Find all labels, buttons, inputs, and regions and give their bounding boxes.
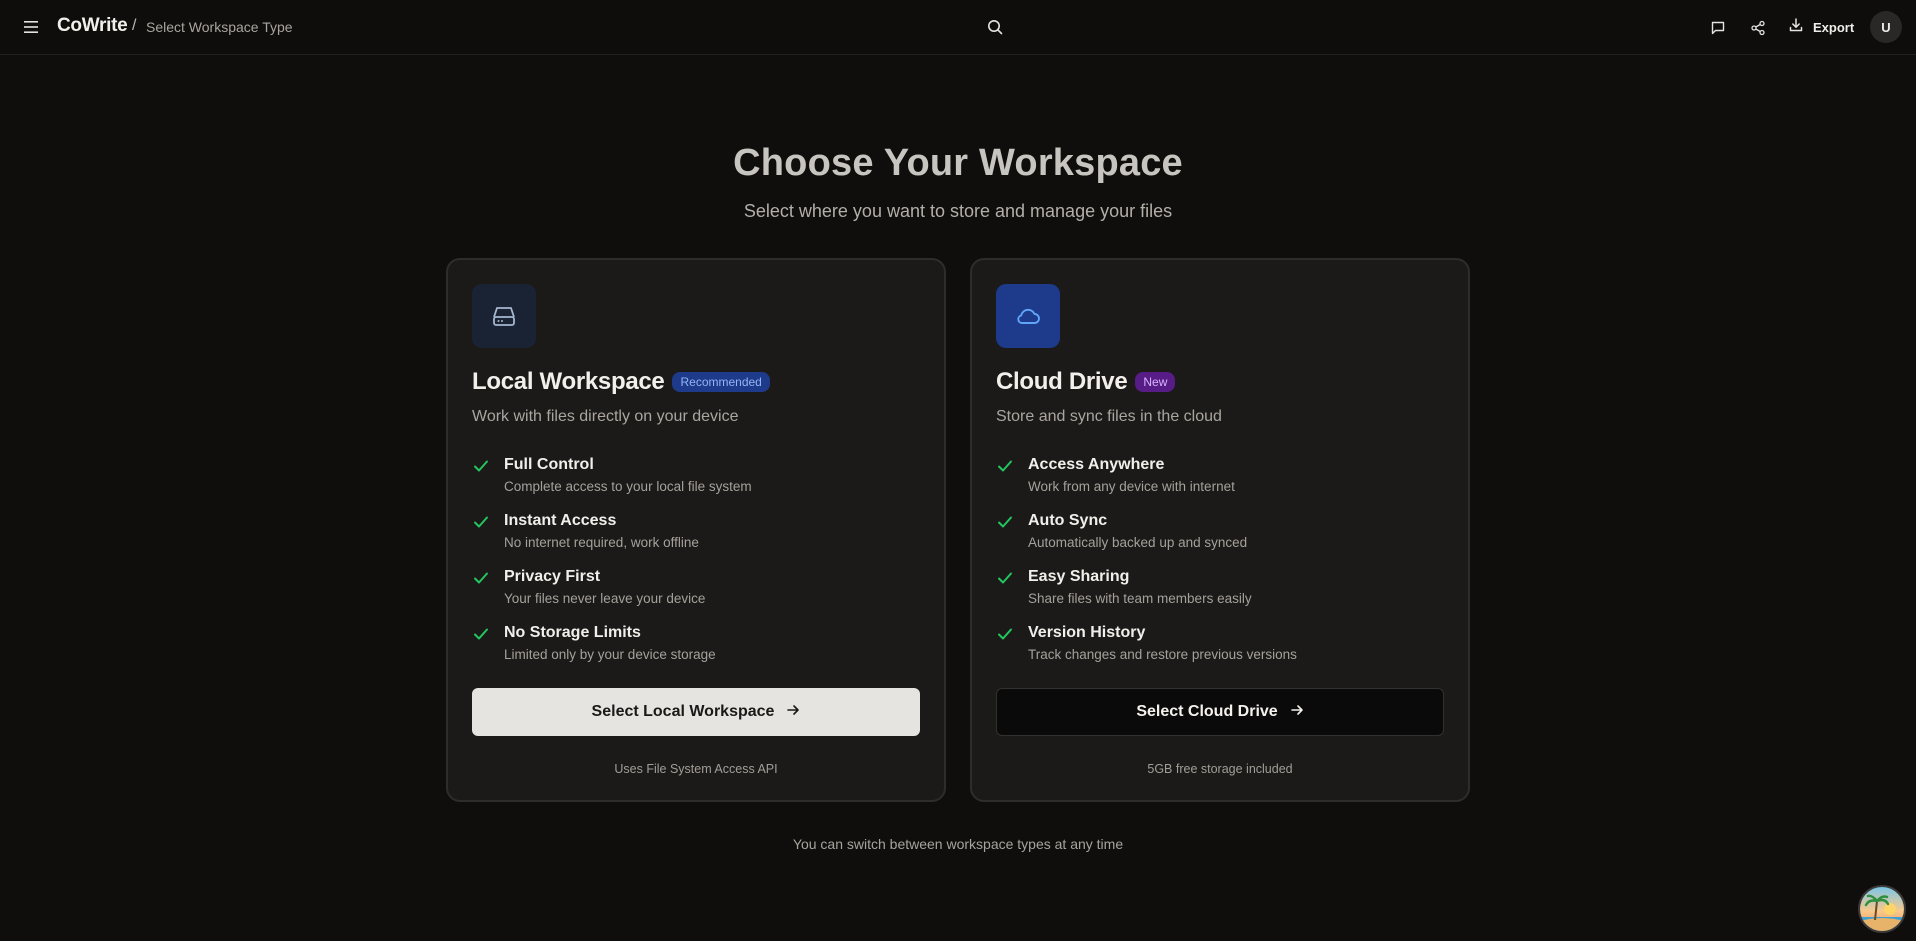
breadcrumb-current-page: Select Workspace Type [146,19,293,35]
local-workspace-card[interactable]: Local Workspace Recommended Work with fi… [446,258,946,802]
card-title: Local Workspace [472,368,665,395]
cloud-drive-card[interactable]: Cloud Drive New Store and sync files in … [970,258,1470,802]
card-footer-note: Uses File System Access API [614,762,778,776]
feature-subtitle: Limited only by your device storage [504,647,716,662]
switch-workspace-note: You can switch between workspace types a… [792,836,1124,852]
top-bar: CoWrite / Select Workspace Type Export U [0,0,1916,55]
user-avatar[interactable]: U [1870,11,1902,43]
feature-title: Easy Sharing [1028,568,1130,585]
feature-title: Auto Sync [1028,512,1108,529]
feature-item: Version History Track changes and restor… [996,624,1446,680]
check-icon [996,569,1014,587]
feature-item: No Storage Limits Limited only by your d… [472,624,922,680]
feature-item: Access Anywhere Work from any device wit… [996,456,1446,512]
feature-list: Full Control Complete access to your loc… [472,456,922,680]
select-cloud-drive-button[interactable]: Select Cloud Drive [996,688,1444,736]
hard-drive-icon [472,284,536,348]
feature-subtitle: No internet required, work offline [504,535,699,550]
page-subtitle: Select where you want to store and manag… [743,201,1173,221]
feature-item: Auto Sync Automatically backed up and sy… [996,512,1446,568]
feature-subtitle: Complete access to your local file syste… [504,479,752,494]
card-title-row: Cloud Drive New [996,368,1176,396]
check-icon [996,457,1014,475]
feature-list: Access Anywhere Work from any device wit… [996,456,1446,680]
check-icon [472,513,490,531]
check-icon [472,569,490,587]
arrow-right-icon [1290,703,1304,722]
download-icon [1788,17,1804,38]
feature-subtitle: Work from any device with internet [1028,479,1235,494]
recommended-badge: Recommended [672,372,770,392]
feature-subtitle: Track changes and restore previous versi… [1028,647,1297,662]
feature-title: Version History [1028,624,1146,641]
button-label: Select Cloud Drive [1136,703,1278,720]
feature-title: Full Control [504,456,594,473]
feature-title: Privacy First [504,568,601,585]
feature-item: Easy Sharing Share files with team membe… [996,568,1446,624]
feature-subtitle: Automatically backed up and synced [1028,535,1248,550]
new-badge: New [1135,372,1176,392]
button-label: Select Local Workspace [591,703,775,720]
message-square-icon[interactable] [1706,16,1730,40]
card-title: Cloud Drive [996,368,1128,395]
check-icon [996,625,1014,643]
share-icon[interactable] [1746,16,1770,40]
search-icon[interactable] [984,16,1006,38]
hamburger-icon[interactable] [20,16,42,38]
page-title: Choose Your Workspace [733,142,1183,184]
feature-title: No Storage Limits [504,624,641,641]
feature-title: Access Anywhere [1028,456,1165,473]
feature-subtitle: Share files with team members easily [1028,591,1252,606]
feature-title: Instant Access [504,512,617,529]
breadcrumb-separator: / [132,17,137,34]
card-title-row: Local Workspace Recommended [472,368,770,396]
export-label: Export [1813,19,1855,35]
card-footer-note: 5GB free storage included [1147,762,1293,776]
check-icon [472,457,490,475]
assistant-avatar-image[interactable] [1858,885,1906,933]
feature-item: Instant Access No internet required, wor… [472,512,922,568]
check-icon [996,513,1014,531]
feature-item: Full Control Complete access to your loc… [472,456,922,512]
check-icon [472,625,490,643]
card-description: Work with files directly on your device [472,408,739,425]
cloud-icon [996,284,1060,348]
select-local-workspace-button[interactable]: Select Local Workspace [472,688,920,736]
app-brand[interactable]: CoWrite [57,15,128,37]
arrow-right-icon [786,703,800,722]
feature-subtitle: Your files never leave your device [504,591,706,606]
card-description: Store and sync files in the cloud [996,408,1222,425]
feature-item: Privacy First Your files never leave you… [472,568,922,624]
export-button[interactable]: Export [1788,14,1854,40]
